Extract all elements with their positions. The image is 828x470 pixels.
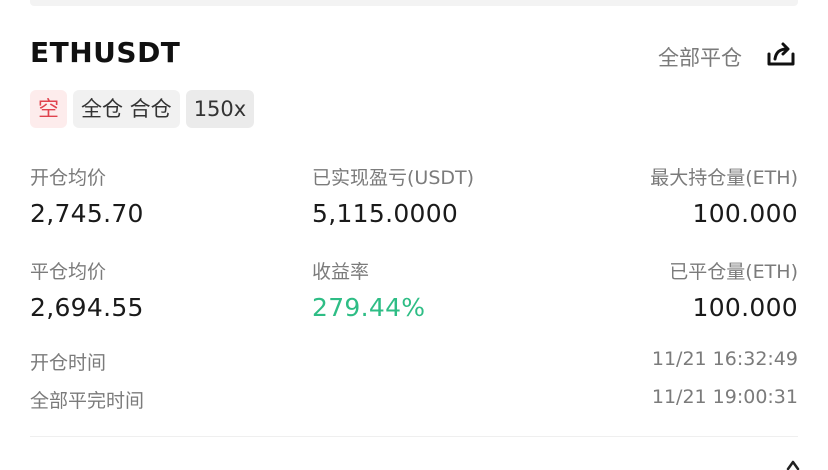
arrow-icon (786, 460, 800, 470)
margin-mode-badge: 全仓 合仓 (73, 90, 180, 128)
side-badge: 空 (30, 90, 67, 128)
open-time-label: 开仓时间 (30, 352, 107, 374)
closed-qty-value: 100.000 (692, 293, 798, 322)
open-avg-price-value: 2,745.70 (30, 199, 144, 228)
bottom-divider (30, 436, 798, 437)
top-divider (30, 0, 798, 6)
closed-qty-label: 已平仓量(ETH) (669, 261, 798, 283)
share-icon[interactable] (766, 40, 796, 70)
close-avg-price-label: 平仓均价 (30, 261, 107, 283)
realized-pnl-label: 已实现盈亏(USDT) (312, 167, 475, 189)
open-time-value: 11/21 16:32:49 (651, 348, 798, 370)
symbol-title[interactable]: ETHUSDT (30, 36, 180, 69)
full-close-time-label: 全部平完时间 (30, 390, 145, 412)
max-position-value: 100.000 (692, 199, 798, 228)
position-tags: 空 全仓 合仓 150x (30, 90, 255, 128)
open-avg-price-label: 开仓均价 (30, 167, 107, 189)
full-close-time-value: 11/21 19:00:31 (651, 386, 798, 408)
roi-value: 279.44% (312, 293, 426, 322)
roi-label: 收益率 (312, 261, 370, 283)
close-all-button[interactable]: 全部平仓 (658, 42, 742, 72)
close-avg-price-value: 2,694.55 (30, 293, 144, 322)
leverage-badge: 150x (185, 90, 255, 128)
realized-pnl-value: 5,115.0000 (312, 199, 459, 228)
max-position-label: 最大持仓量(ETH) (650, 167, 798, 189)
